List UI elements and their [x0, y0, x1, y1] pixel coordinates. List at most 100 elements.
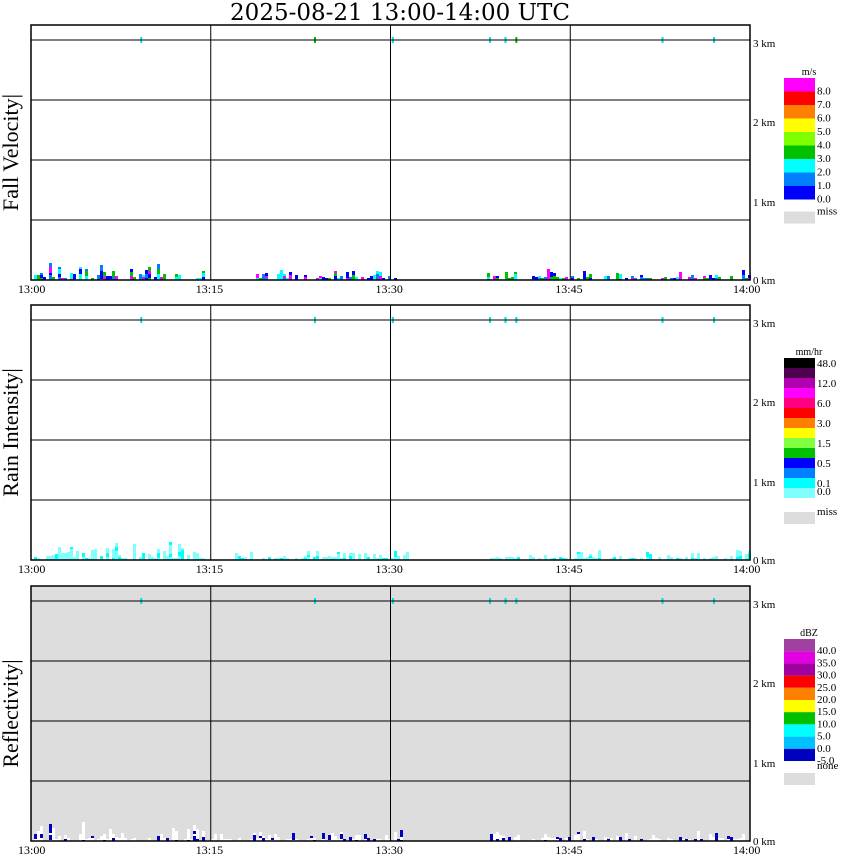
legend-swatch [784, 408, 815, 418]
echo-cell [121, 833, 124, 838]
echo-cell [589, 554, 592, 556]
legend-swatch [784, 438, 815, 448]
echo-cell [34, 834, 37, 839]
echo-cell [115, 543, 118, 547]
legend-label: 10.0 [817, 718, 837, 730]
x-tick-label: 13:45 [555, 562, 582, 576]
echo-cell [202, 273, 205, 277]
echo-cell [259, 832, 262, 836]
echo-cell [142, 275, 145, 277]
echo-cell [514, 274, 517, 280]
echo-cell [49, 556, 52, 558]
echo-cell [175, 831, 178, 835]
echo-cell [715, 275, 718, 278]
echo-cell [352, 553, 355, 556]
echo-cell [736, 550, 739, 552]
legend-label: 3.0 [817, 153, 831, 165]
echo-cell [727, 836, 730, 839]
echo-cell [544, 555, 547, 558]
echo-cell [328, 556, 331, 559]
echo-cell [49, 827, 52, 833]
echo-cell [577, 554, 580, 560]
legend-missing-label: miss [817, 506, 837, 518]
echo-cell [406, 552, 409, 557]
echo-cell [178, 550, 181, 552]
echo-cell [109, 276, 112, 279]
echo-cell [505, 272, 508, 277]
echo-cell [172, 834, 175, 839]
legend-swatch [784, 478, 815, 488]
y-tick-label: 1 km [753, 197, 776, 209]
echo-cell [103, 834, 106, 840]
echo-cell [709, 275, 712, 279]
legend-swatch [784, 687, 815, 700]
echo-cell [106, 548, 109, 553]
echo-cell [130, 276, 133, 279]
echo-cell [598, 554, 601, 558]
echo-cell [331, 833, 334, 837]
echo-cell [178, 556, 181, 558]
echo-cell [82, 834, 85, 840]
y-tick-label: 2 km [753, 397, 776, 409]
echo-cell [178, 548, 181, 550]
echo-cell [37, 837, 40, 839]
echo-cell [79, 267, 82, 269]
echo-cell [394, 551, 397, 557]
echo-cell [175, 835, 178, 838]
echo-cell [340, 834, 343, 837]
legend: dBZ40.035.030.025.020.015.010.05.00.0-5.… [784, 628, 839, 785]
echo-cell [253, 833, 256, 835]
echo-cell [151, 557, 154, 559]
echo-cell [487, 277, 490, 279]
echo-cell [256, 274, 259, 278]
echo-cell [85, 271, 88, 276]
echo-cell [334, 836, 337, 840]
echo-cell [364, 834, 367, 839]
echo-cell [709, 834, 712, 840]
echo-cell [292, 833, 295, 838]
echo-cell [157, 264, 160, 269]
echo-cell [112, 271, 115, 277]
echo-cell [334, 271, 337, 273]
echo-cell [544, 834, 547, 840]
echo-cell [490, 834, 493, 837]
echo-cell [115, 555, 118, 559]
legend-label: 25.0 [817, 682, 837, 694]
echo-cell [265, 276, 268, 278]
echo-cell [553, 273, 556, 276]
echo-cell [349, 553, 352, 556]
legend-label: 30.0 [817, 670, 837, 682]
plot-canvas: 0 km1 km2 km3 km13:00 13:15 13:30 13:45 14:0… [0, 24, 839, 857]
echo-cell [343, 553, 346, 556]
echo-cell [634, 836, 637, 839]
echo-cell [175, 274, 178, 277]
legend-swatch [784, 675, 815, 688]
x-tick-label: 14:00 [733, 282, 760, 296]
echo-cell [79, 274, 82, 280]
echo-cell [280, 270, 283, 275]
x-tick-label: 13:30 [376, 843, 403, 857]
legend-label: 5.0 [817, 731, 831, 743]
legend-label: 15.0 [817, 706, 837, 718]
legend-label: 4.0 [817, 140, 831, 152]
legend-label: 5.0 [817, 126, 831, 138]
echo-cell [172, 828, 175, 834]
echo-cell [58, 274, 61, 277]
legend-swatch [784, 388, 815, 398]
panel-fall-velocity: 0 km1 km2 km3 km13:00 13:15 13:30 13:45 14:0… [0, 24, 837, 296]
echo-cell [37, 835, 40, 837]
echo-cell [652, 837, 655, 840]
x-tick-label: 13:00 [18, 562, 45, 576]
echo-cell [70, 549, 73, 555]
echo-cell [589, 556, 592, 558]
echo-cell [583, 831, 586, 837]
echo-cell [712, 837, 715, 840]
legend-label: 2.0 [817, 167, 831, 179]
y-tick-label: 3 km [753, 38, 776, 50]
echo-cell [169, 554, 172, 557]
echo-cell [379, 272, 382, 276]
echo-cell [352, 275, 355, 279]
echo-cell [292, 838, 295, 840]
echo-cell [157, 549, 160, 551]
echo-cell [583, 837, 586, 839]
